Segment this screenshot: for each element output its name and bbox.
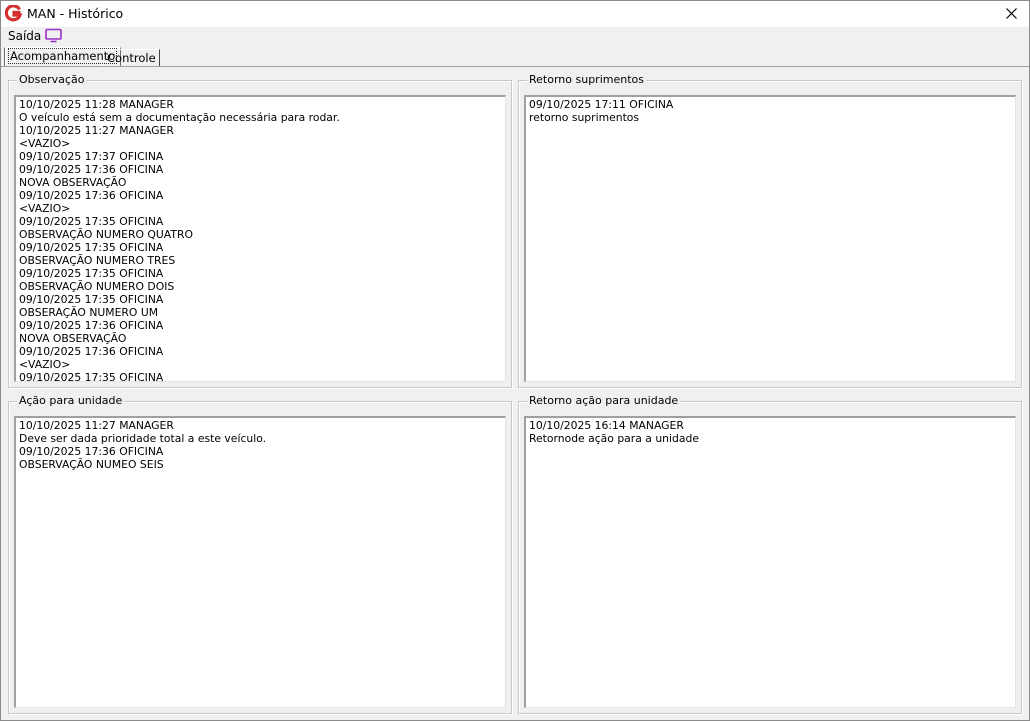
memo-line: 09/10/2025 17:36 OFICINA (19, 445, 164, 458)
tab-controle-label: Controle (107, 51, 156, 65)
observacao-memo[interactable]: 10/10/2025 11:28 MANAGER O veículo está s… (14, 95, 506, 382)
group-retorno-acao-unidade: Retorno ação para unidade 10/10/2025 16:… (518, 394, 1022, 714)
acao-unidade-memo[interactable]: 10/10/2025 11:27 MANAGER Deve ser dada pr… (14, 416, 506, 708)
window-title: MAN - Histórico (27, 6, 124, 21)
memo-line: 09/10/2025 17:36 OFICINA (19, 189, 164, 202)
memo-line: 09/10/2025 17:35 OFICINA (19, 267, 164, 280)
memo-line: OBSERAÇÃO NUMERO UM (19, 306, 159, 319)
memo-line: Retornode ação para a unidade (529, 432, 699, 445)
memo-line: 09/10/2025 17:35 OFICINA (19, 293, 164, 306)
monitor-icon[interactable] (45, 28, 62, 43)
memo-line: NOVA OBSERVAÇÃO (19, 332, 127, 345)
memo-line: 09/10/2025 17:35 OFICINA (19, 241, 164, 254)
tab-divider (1, 66, 1029, 67)
memo-line: <VAZIO> (19, 202, 71, 215)
memo-line: OBSERVAÇÃO NUMERO QUATRO (19, 228, 193, 241)
memo-line: 09/10/2025 17:36 OFICINA (19, 345, 164, 358)
acao-unidade-lines: 10/10/2025 11:27 MANAGER Deve ser dada pr… (16, 418, 505, 471)
observacao-lines: 10/10/2025 11:28 MANAGER O veículo está s… (16, 97, 505, 382)
retorno-acao-unidade-lines: 10/10/2025 16:14 MANAGER Retornode ação p… (526, 418, 1015, 445)
tab-acompanhamento-label: Acompanhamento (8, 48, 118, 64)
group-retorno-suprimentos-label: Retorno suprimentos (527, 73, 646, 86)
memo-line: 09/10/2025 17:35 OFICINA (19, 371, 164, 382)
memo-line: Deve ser dada prioridade total a este ve… (19, 432, 267, 445)
tab-controle[interactable]: Controle (103, 49, 160, 67)
memo-line: 09/10/2025 17:36 OFICINA (19, 163, 164, 176)
memo-line: 10/10/2025 16:14 MANAGER (529, 419, 684, 432)
memo-line: OBSERVAÇÃO NUMERO DOIS (19, 280, 175, 293)
memo-line: 10/10/2025 11:27 MANAGER (19, 124, 174, 137)
retorno-acao-unidade-memo[interactable]: 10/10/2025 16:14 MANAGER Retornode ação p… (524, 416, 1016, 708)
memo-line: 09/10/2025 17:37 OFICINA (19, 150, 164, 163)
memo-line: 09/10/2025 17:36 OFICINA (19, 319, 164, 332)
app-logo-icon (5, 5, 22, 22)
menu-bar: Saída (1, 27, 1029, 46)
group-retorno-suprimentos: Retorno suprimentos 09/10/2025 17:11 OFI… (518, 73, 1022, 388)
group-acao-unidade-label: Ação para unidade (17, 394, 125, 407)
retorno-suprimentos-memo[interactable]: 09/10/2025 17:11 OFICINA retorno suprimen… (524, 95, 1016, 382)
memo-line: NOVA OBSERVAÇÃO (19, 176, 127, 189)
memo-line: 10/10/2025 11:27 MANAGER (19, 419, 174, 432)
group-retorno-acao-unidade-label: Retorno ação para unidade (527, 394, 681, 407)
group-acao-unidade: Ação para unidade 10/10/2025 11:27 MANAG… (8, 394, 512, 714)
memo-line: OBSERVAÇÃO NUMERO TRES (19, 254, 176, 267)
memo-line: 09/10/2025 17:35 OFICINA (19, 215, 164, 228)
memo-line: <VAZIO> (19, 137, 71, 150)
memo-line: 09/10/2025 17:11 OFICINA (529, 98, 674, 111)
memo-line: retorno suprimentos (529, 111, 640, 124)
group-observacao-label: Observação (17, 73, 87, 86)
group-observacao: Observação 10/10/2025 11:28 MANAGER O veí… (8, 73, 512, 388)
title-bar: MAN - Histórico (1, 1, 1029, 27)
memo-line: O veículo está sem a documentação necess… (19, 111, 340, 124)
memo-line: 10/10/2025 11:28 MANAGER (19, 98, 174, 111)
close-button[interactable] (995, 1, 1029, 27)
memo-line: <VAZIO> (19, 358, 71, 371)
tab-strip: Acompanhamento Controle (1, 46, 1029, 67)
close-icon (1006, 8, 1017, 19)
memo-line: OBSERVAÇÃO NUMEO SEIS (19, 458, 164, 471)
retorno-suprimentos-lines: 09/10/2025 17:11 OFICINA retorno suprimen… (526, 97, 1015, 124)
menu-item-saida[interactable]: Saída (8, 29, 41, 43)
